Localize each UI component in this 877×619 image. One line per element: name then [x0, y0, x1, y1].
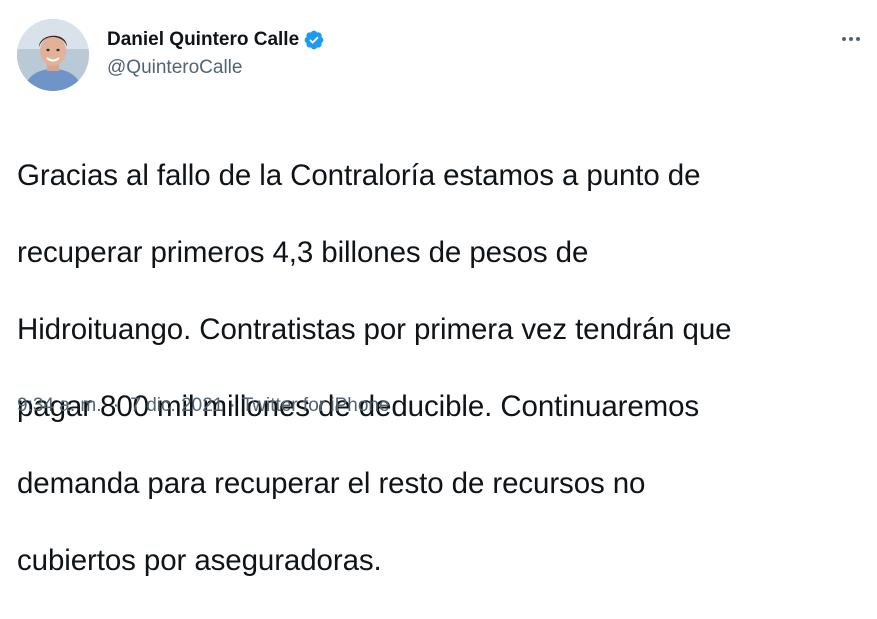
tweet-text-line: recuperar primeros 4,3 billones de pesos…: [17, 235, 589, 269]
author-name-row: Daniel Quintero Calle: [107, 27, 325, 53]
meta-separator: ·: [229, 395, 236, 416]
more-options-button[interactable]: [834, 24, 868, 54]
tweet-source-link[interactable]: Twitter for iPhone: [242, 395, 390, 417]
meta-separator: ·: [112, 395, 120, 416]
author-display-name[interactable]: Daniel Quintero Calle: [107, 29, 299, 51]
tweet-text-line: cubiertos por aseguradoras.: [17, 543, 382, 577]
verified-badge-icon: [303, 29, 325, 51]
tweet-text: Gracias al fallo de la Contraloría estam…: [17, 118, 862, 619]
author-handle[interactable]: @QuinteroCalle: [107, 57, 242, 79]
tweet-timestamp-link[interactable]: 9:34 a. m. · 7 dic. 2021: [17, 395, 223, 417]
tweet-text-line: Gracias al fallo de la Contraloría estam…: [17, 158, 701, 192]
tweet-text-line: Hidroituango. Contratistas por primera v…: [17, 312, 732, 346]
avatar[interactable]: [17, 19, 89, 91]
tweet-meta: 9:34 a. m. · 7 dic. 2021 · Twitter for i…: [17, 395, 390, 417]
avatar-photo-icon: [17, 19, 89, 91]
more-options-icon: [842, 37, 860, 41]
tweet-time: 9:34 a. m.: [17, 395, 102, 416]
tweet-text-line: demanda para recuperar el resto de recur…: [17, 466, 646, 500]
tweet-date: 7 dic. 2021: [130, 395, 224, 416]
tweet: Daniel Quintero Calle @QuinteroCalle Gra…: [0, 0, 877, 577]
